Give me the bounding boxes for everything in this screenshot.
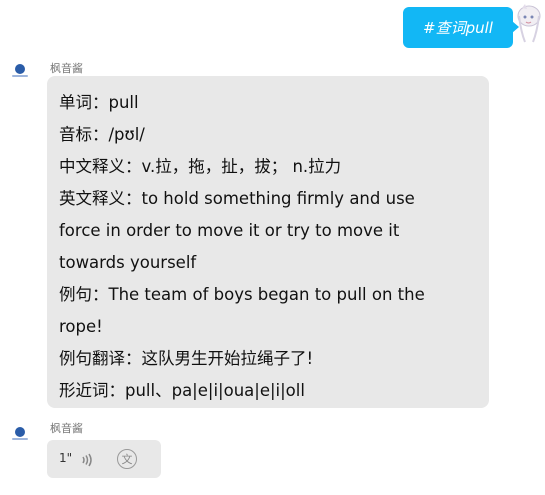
bot-logo-avatar-icon (15, 64, 25, 74)
reply-line-similar-words: 形近词：pull、pa|e|i|oua|e|i|oll (59, 381, 305, 400)
reply-line-example-cont: rope! (59, 317, 103, 336)
bot-nickname: 枫音酱 (50, 62, 83, 75)
reply-line-english-meaning-cont: force in order to move it or try to move… (59, 221, 400, 240)
bot-logo-caption-mark (12, 75, 28, 77)
voice-message-bubble[interactable]: 1" 文 (47, 440, 161, 478)
reply-line-chinese-meaning: 中文释义：v.拉，拖，扯，拔； n.拉力 (59, 157, 342, 176)
user-message-text: #查词pull (423, 19, 493, 37)
user-message-bubble[interactable]: #查词pull (403, 7, 519, 48)
bot-logo-caption-mark (12, 438, 28, 440)
bot-avatar[interactable] (10, 423, 30, 443)
bot-nickname: 枫音酱 (50, 422, 83, 435)
reply-line-phonetic: 音标：/pʊl/ (59, 125, 145, 144)
voice-duration: 1" (59, 451, 73, 465)
reply-line-example: 例句：The team of boys began to pull on the (59, 285, 425, 304)
reply-line-word: 单词：pull (59, 93, 139, 112)
user-avatar[interactable] (515, 2, 543, 46)
bot-avatar[interactable] (10, 60, 30, 80)
sound-wave-icon[interactable] (80, 452, 94, 467)
reply-line-english-meaning-cont2: towards yourself (59, 253, 197, 272)
translate-icon[interactable]: 文 (117, 449, 137, 469)
reply-line-english-meaning: 英文释义：to hold something firmly and use (59, 189, 415, 208)
bot-logo-avatar-icon (15, 427, 25, 437)
reply-line-example-translation: 例句翻译：这队男生开始拉绳子了! (59, 349, 314, 368)
anime-girl-avatar-icon (517, 4, 541, 43)
bot-reply-bubble[interactable]: 单词：pull 音标：/pʊl/ 中文释义：v.拉，拖，扯，拔； n.拉力 英文… (47, 76, 489, 408)
